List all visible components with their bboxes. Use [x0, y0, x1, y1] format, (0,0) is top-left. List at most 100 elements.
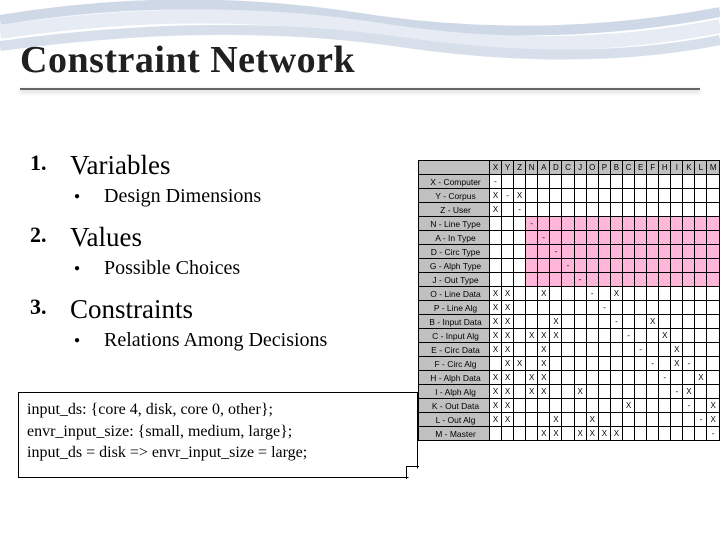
matrix-col-header: F: [647, 161, 659, 175]
matrix-cell: X: [538, 427, 550, 441]
matrix-cell: [683, 315, 695, 329]
matrix-cell: [562, 315, 574, 329]
matrix-cell: -: [514, 203, 526, 217]
matrix-cell: X: [526, 371, 538, 385]
code-line: envr_input_size: {small, medium, large};: [27, 421, 409, 443]
matrix-cell: [598, 231, 610, 245]
matrix-col-header: A: [538, 161, 550, 175]
matrix-cell: [550, 357, 562, 371]
matrix-cell: [598, 273, 610, 287]
matrix-cell: X: [490, 343, 502, 357]
matrix-cell: -: [526, 217, 538, 231]
matrix-cell: [671, 175, 683, 189]
matrix-cell: X: [671, 343, 683, 357]
matrix-cell: [635, 315, 647, 329]
matrix-cell: X: [695, 371, 707, 385]
matrix-cell: [671, 245, 683, 259]
matrix-row-header: X - Computer: [419, 175, 490, 189]
matrix-cell: [671, 259, 683, 273]
matrix-cell: [550, 189, 562, 203]
matrix-cell: [574, 357, 586, 371]
matrix-cell: [635, 175, 647, 189]
matrix-cell: [622, 357, 634, 371]
matrix-cell: [635, 357, 647, 371]
matrix-cell: [671, 329, 683, 343]
matrix-cell: [586, 301, 598, 315]
matrix-cell: [526, 343, 538, 357]
matrix-cell: [695, 259, 707, 273]
item-number: 2.: [30, 222, 70, 253]
matrix-cell: [622, 217, 634, 231]
matrix-row-header: O - Line Data: [419, 287, 490, 301]
matrix-cell: -: [671, 385, 683, 399]
matrix-cell: X: [586, 427, 598, 441]
matrix-cell: [659, 427, 671, 441]
matrix-cell: [586, 203, 598, 217]
matrix-cell: [586, 175, 598, 189]
matrix-cell: [659, 245, 671, 259]
matrix-cell: [610, 259, 622, 273]
matrix-cell: [695, 399, 707, 413]
matrix-cell: [683, 301, 695, 315]
matrix-cell: [707, 189, 720, 203]
list-item: 3. Constraints: [30, 294, 400, 325]
matrix-cell: X: [586, 413, 598, 427]
matrix-cell: [671, 217, 683, 231]
matrix-col-header: L: [695, 161, 707, 175]
matrix-cell: -: [562, 259, 574, 273]
matrix-cell: X: [610, 287, 622, 301]
item-head: Constraints: [70, 294, 193, 325]
code-line: input_ds = disk => envr_input_size = lar…: [27, 442, 409, 464]
matrix-cell: [622, 287, 634, 301]
matrix-row-header: L - Out Alg: [419, 413, 490, 427]
matrix-cell: -: [647, 357, 659, 371]
matrix-cell: [562, 245, 574, 259]
matrix-cell: X: [707, 399, 720, 413]
matrix-cell: [598, 245, 610, 259]
matrix-cell: [574, 343, 586, 357]
matrix-col-header: E: [635, 161, 647, 175]
matrix-cell: [695, 231, 707, 245]
matrix-cell: [707, 301, 720, 315]
matrix-cell: [550, 175, 562, 189]
matrix-row-header: P - Line Alg: [419, 301, 490, 315]
matrix-cell: [647, 189, 659, 203]
matrix-cell: [574, 259, 586, 273]
matrix-cell: [659, 301, 671, 315]
matrix-cell: [526, 315, 538, 329]
matrix-cell: [647, 245, 659, 259]
matrix-cell: [695, 245, 707, 259]
matrix-col-header: O: [586, 161, 598, 175]
code-line: input_ds: {core 4, disk, core 0, other};: [27, 399, 409, 421]
matrix-cell: [574, 301, 586, 315]
matrix-cell: [526, 413, 538, 427]
matrix-cell: [598, 399, 610, 413]
matrix-cell: [647, 301, 659, 315]
matrix-cell: [695, 287, 707, 301]
matrix-cell: [659, 385, 671, 399]
outline-list: 1. Variables ● Design Dimensions 2. Valu…: [30, 150, 400, 366]
matrix-cell: -: [598, 301, 610, 315]
matrix-cell: -: [610, 315, 622, 329]
matrix-cell: [514, 245, 526, 259]
matrix-cell: X: [502, 287, 514, 301]
matrix-cell: X: [598, 427, 610, 441]
matrix-cell: [574, 189, 586, 203]
list-item: 2. Values: [30, 222, 400, 253]
matrix-cell: [490, 259, 502, 273]
matrix-cell: [671, 231, 683, 245]
matrix-cell: X: [502, 329, 514, 343]
list-item: 1. Variables: [30, 150, 400, 181]
matrix-cell: [574, 217, 586, 231]
matrix-cell: [538, 301, 550, 315]
matrix-cell: [562, 203, 574, 217]
matrix-cell: [598, 259, 610, 273]
matrix-cell: [659, 413, 671, 427]
matrix-cell: [502, 231, 514, 245]
matrix-row-header: F - Circ Alg: [419, 357, 490, 371]
matrix-cell: [598, 175, 610, 189]
matrix-cell: [538, 399, 550, 413]
matrix-cell: [550, 259, 562, 273]
matrix-cell: [647, 203, 659, 217]
matrix-cell: [610, 371, 622, 385]
